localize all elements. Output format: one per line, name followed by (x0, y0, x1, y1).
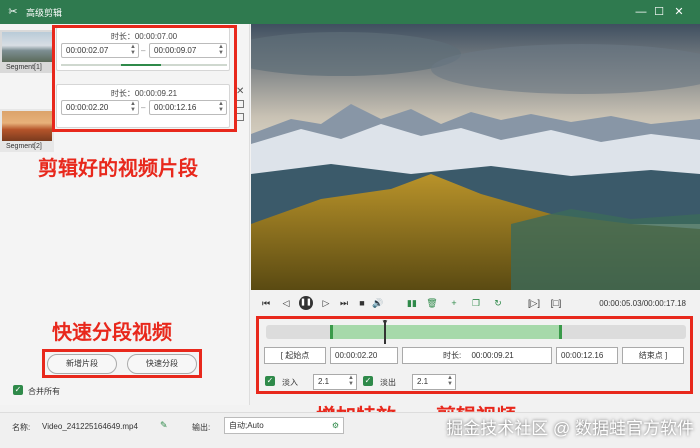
playhead[interactable] (384, 320, 386, 344)
scissors-icon: ✂ (8, 6, 18, 18)
mark-in-icon[interactable]: [▷] (527, 296, 541, 310)
output-value: 自动;Auto (229, 421, 264, 430)
reset-icon[interactable]: ↻ (491, 296, 505, 310)
delete-icon[interactable]: 🗑 (425, 296, 439, 310)
duration-label: 时长: (443, 351, 462, 360)
volume-icon[interactable]: 🔊 (371, 296, 385, 310)
pause-icon[interactable]: ❚❚ (299, 296, 313, 310)
watermark: 掘金技术社区 @ 数据蛙官方软件 (446, 419, 694, 438)
fade-in-value: 2.1 (318, 377, 330, 386)
spinner-icon[interactable]: ▲ ▼ (348, 375, 354, 387)
mark-out-icon[interactable]: [□] (549, 296, 563, 310)
segment-thumbnail-image (2, 32, 52, 62)
merge-all-checkbox[interactable]: ✓ (13, 385, 23, 395)
segment-select-checkbox[interactable] (236, 100, 244, 108)
segment-thumbnail-1[interactable]: Segment[1] (0, 30, 54, 73)
stop-icon[interactable]: ■ (355, 296, 369, 310)
annotation-quick-split: 快速分段视频 (52, 322, 172, 344)
segment-select-checkbox[interactable] (236, 113, 244, 121)
add-icon[interactable]: + (447, 296, 461, 310)
merge-all-label: 合并所有 (28, 387, 60, 396)
close-icon[interactable]: ✕ (670, 3, 688, 21)
duration-value: 00:00:09.21 (471, 351, 514, 360)
fade-in-label: 淡入 (282, 378, 298, 387)
previous-frame-icon[interactable]: ◁ (279, 296, 293, 310)
maximize-icon[interactable]: ☐ (650, 3, 668, 21)
start-time-value: 00:00:02.20 (335, 351, 378, 360)
copy-icon[interactable]: ❐ (469, 296, 483, 310)
next-frame-icon[interactable]: ▷ (319, 296, 333, 310)
fade-out-input[interactable]: 2.1 ▲ ▼ (412, 374, 456, 390)
output-label: 输出: (192, 423, 211, 432)
split-icon[interactable]: ▮▮ (405, 296, 419, 310)
spinner-icon[interactable]: ▲ ▼ (447, 375, 453, 387)
fade-out-value: 2.1 (417, 377, 429, 386)
playback-timecode: 00:00:05.03/00:00:17.18 (599, 299, 686, 308)
set-end-button[interactable]: 结束点 ] (622, 347, 684, 364)
start-time-input[interactable]: 00:00:02.20 (330, 347, 398, 364)
skip-to-start-icon[interactable]: ⏮ (259, 296, 273, 310)
trim-timeline[interactable] (266, 325, 686, 339)
set-start-label: 起始点 (285, 351, 310, 360)
annotation-clipped-segments: 剪辑好的视频片段 (38, 158, 198, 180)
add-segment-button[interactable]: 新增片段 (47, 354, 117, 374)
fade-in-input[interactable]: 2.1 ▲ ▼ (313, 374, 357, 390)
fade-out-label: 淡出 (380, 378, 396, 387)
output-settings-icon[interactable]: ⚙ (332, 418, 339, 433)
player-controls: ⏮ ◁ ❚❚ ▷ ⏭ ■ 🔊 ▮▮ 🗑 + ❐ ↻ [▷] [□] 00:00:… (251, 294, 700, 314)
segment-thumbnail-label: Segment[1] (6, 64, 42, 71)
end-time-value: 00:00:12.16 (561, 351, 604, 360)
title-bar: ✂ 高级剪辑 — ☐ ✕ (0, 0, 700, 24)
set-start-button[interactable]: [ 起始点 (264, 347, 326, 364)
fade-in-checkbox[interactable]: ✓ (265, 376, 275, 386)
output-select[interactable]: 自动;Auto ⚙ (224, 417, 344, 434)
end-time-input[interactable]: 00:00:12.16 (556, 347, 618, 364)
video-preview[interactable] (251, 24, 700, 290)
landscape-preview-image (251, 24, 700, 290)
segment-thumbnail-2[interactable]: Segment[2] (0, 109, 54, 152)
edit-name-icon[interactable]: ✎ (160, 420, 168, 431)
segment-thumbnail-label: Segment[2] (6, 143, 42, 150)
name-label: 名称: (12, 423, 31, 432)
quick-split-button[interactable]: 快速分段 (127, 354, 197, 374)
annotation-box-segments (52, 25, 237, 132)
remove-segment-icon[interactable]: ✕ (236, 86, 244, 97)
duration-display: 时长: 00:00:09.21 (402, 347, 552, 364)
segment-thumbnail-image (2, 111, 52, 141)
window-title: 高级剪辑 (26, 8, 63, 18)
file-name: Video_241225164649.mp4 (42, 422, 138, 431)
set-end-label: 结束点 (638, 351, 663, 360)
skip-to-end-icon[interactable]: ⏭ (337, 296, 351, 310)
fade-out-checkbox[interactable]: ✓ (363, 376, 373, 386)
trim-selection-handle[interactable] (330, 325, 562, 339)
minimize-icon[interactable]: — (632, 3, 650, 21)
